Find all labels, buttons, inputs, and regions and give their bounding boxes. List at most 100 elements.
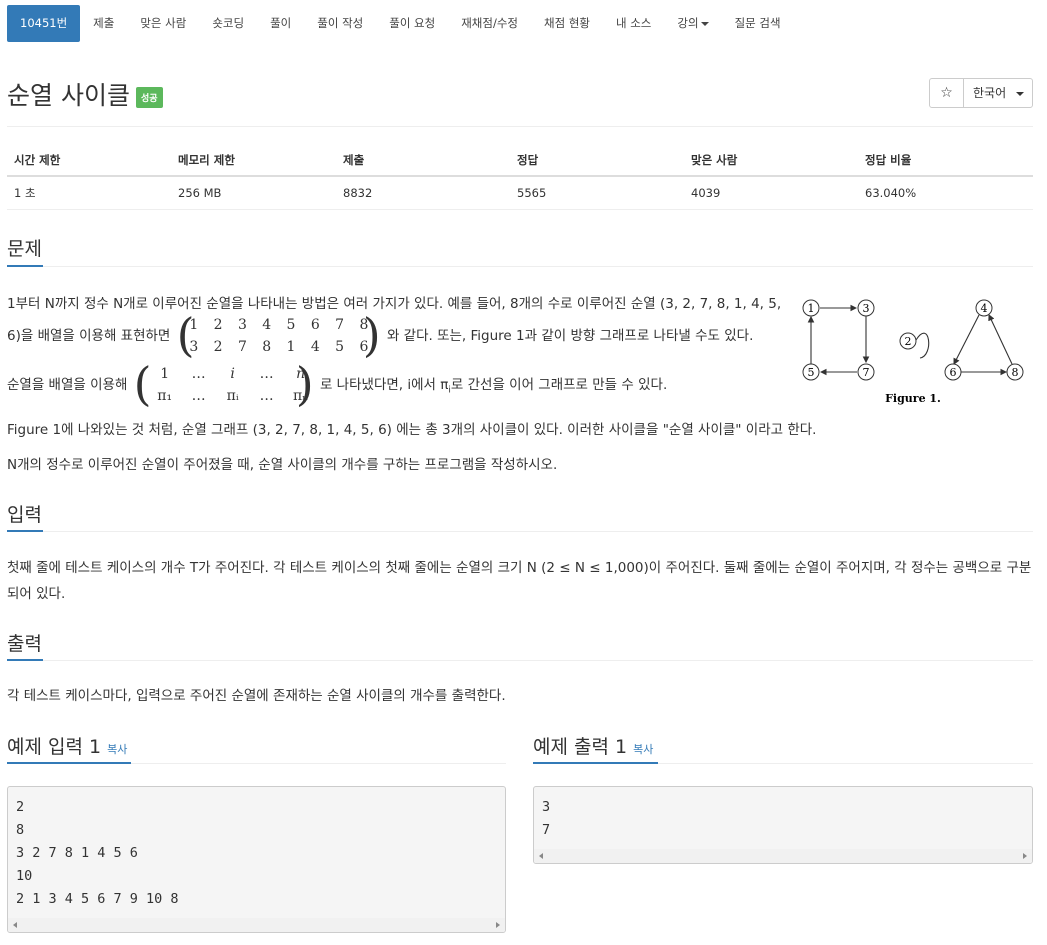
svg-text:3: 3 <box>863 302 870 315</box>
permutation-graph-figure: 1 3 5 7 2 4 6 8 Figure 1. <box>802 299 1024 405</box>
problem-text-line2-pre: 6)을 배열을 이용해 표현하면 <box>7 328 171 344</box>
svg-text:5: 5 <box>808 366 815 379</box>
svg-text:8: 8 <box>1012 366 1019 379</box>
matrix-top-cell: n <box>296 366 306 382</box>
copy-sample-output-button[interactable]: 복사 <box>633 743 653 756</box>
matrix-bottom-cell: π₁ <box>157 388 173 404</box>
nav-lectures-label: 강의 <box>677 16 699 30</box>
divider <box>7 660 1033 661</box>
matrix-top-cell: i <box>230 366 235 382</box>
col-accepted-users: 맞은 사람 <box>684 146 858 177</box>
matrix-bottom-cell: 3 <box>189 339 199 355</box>
heading-underline <box>7 530 43 532</box>
code-line: 3 2 7 8 1 4 5 6 <box>16 845 138 861</box>
node-5: 5 <box>802 363 820 381</box>
node-7: 7 <box>857 363 875 381</box>
nav-short-coding[interactable]: 숏코딩 <box>199 5 257 42</box>
horizontal-scrollbar[interactable] <box>534 849 1032 863</box>
output-heading: 출력 <box>7 633 42 655</box>
sample-output-box[interactable]: 37 <box>533 786 1033 864</box>
matrix-top-cell: 1 <box>160 366 170 382</box>
sample-input-title: 예제 입력 1 <box>7 736 102 758</box>
nav-submit[interactable]: 제출 <box>80 5 127 42</box>
code-line: 10 <box>16 868 33 884</box>
star-button[interactable]: ☆ <box>929 78 964 108</box>
sample-input-box[interactable]: 2 8 3 2 7 8 1 4 5 6 10 2 1 3 4 5 6 7 9 10 8 <box>7 786 506 933</box>
matrix-top-cell: 7 <box>335 317 345 333</box>
code-line: 2 1 3 4 5 6 7 9 10 8 <box>16 891 179 907</box>
nav-request-solution[interactable]: 풀이 요청 <box>376 5 448 42</box>
nav-accepted-users[interactable]: 맞은 사람 <box>127 5 199 42</box>
col-accept-rate: 정답 비율 <box>858 146 1033 177</box>
problem-text-line3-post: 로 나타냈다면, i에서 π <box>319 377 449 393</box>
matrix-top-cell: 8 <box>359 317 369 333</box>
language-label: 한국어 <box>973 86 1007 100</box>
problem-text-line3-end: 로 간선을 이어 그래프로 만들 수 있다. <box>450 377 668 393</box>
horizontal-scrollbar[interactable] <box>8 918 505 932</box>
cell-submissions: 8832 <box>336 176 510 210</box>
matrix-top-cell: 6 <box>310 317 320 333</box>
divider <box>7 531 1033 532</box>
svg-text:7: 7 <box>863 366 870 379</box>
scroll-right-icon[interactable] <box>496 922 500 928</box>
matrix-top-cell: 3 <box>237 317 247 333</box>
nav-write-solution[interactable]: 풀이 작성 <box>304 5 376 42</box>
col-memory-limit: 메모리 제한 <box>171 146 336 177</box>
matrix-top-cell: 2 <box>213 317 223 333</box>
edge-8-4 <box>988 314 1013 365</box>
scroll-right-icon[interactable] <box>1023 853 1027 859</box>
cell-accepted-users: 4039 <box>684 176 858 210</box>
svg-text:4: 4 <box>981 302 988 315</box>
code-line: 7 <box>542 822 551 838</box>
sample-output-heading: 예제 출력 1 복사 <box>533 732 653 759</box>
title-row: 순열 사이클 성공 ☆ 한국어 <box>7 76 1033 116</box>
nav-rejudge[interactable]: 재채점/수정 <box>448 5 531 42</box>
scroll-left-icon[interactable] <box>13 922 17 928</box>
matrix-bottom-cell: πᵢ <box>226 388 239 404</box>
status-badge: 성공 <box>136 87 163 108</box>
matrix-bottom-cell: πₙ <box>293 388 309 404</box>
copy-sample-input-button[interactable]: 복사 <box>107 743 127 756</box>
figure-caption: Figure 1. <box>885 392 941 405</box>
matrix-bottom-cell: … <box>259 388 274 404</box>
problem-text-line5: N개의 정수로 이루어진 순열이 주어졌을 때, 순열 사이클의 개수를 구하는… <box>7 457 558 473</box>
nav-problem-id[interactable]: 10451번 <box>7 5 81 42</box>
general-permutation-matrix: () 1… i… n π₁… πᵢ… πₙ <box>134 361 314 408</box>
page-title: 순열 사이클 <box>7 81 130 110</box>
problem-nav: 10451번 제출 맞은 사람 숏코딩 풀이 풀이 작성 풀이 요청 재채점/수… <box>7 5 794 42</box>
nav-status[interactable]: 채점 현황 <box>531 5 603 42</box>
edge-4-6 <box>953 314 980 365</box>
nav-solutions[interactable]: 풀이 <box>257 5 304 42</box>
node-6: 6 <box>944 363 962 381</box>
problem-text-line2: 6)을 배열을 이용해 표현하면 () 1 2 3 4 5 6 7 8 3 2 7 8 1 4 5 6 와 같다… <box>7 311 753 361</box>
problem-info-table: 시간 제한 메모리 제한 제출 정답 맞은 사람 정답 비율 1 초 256 M… <box>7 146 1033 210</box>
col-submissions: 제출 <box>336 146 510 177</box>
col-accepted: 정답 <box>510 146 684 177</box>
matrix-bottom-cell: 8 <box>262 339 272 355</box>
node-8: 8 <box>1006 363 1024 381</box>
caret-down-icon <box>700 21 709 26</box>
heading-underline <box>7 659 43 661</box>
nav-lectures-dropdown[interactable]: 강의 <box>664 5 721 42</box>
cell-accepted: 5565 <box>510 176 684 210</box>
heading-underline <box>533 762 658 764</box>
input-heading: 입력 <box>7 504 42 526</box>
problem-text-line3-pre: 순열을 배열을 이용해 <box>7 377 128 393</box>
matrix-bottom-cell: 2 <box>213 339 223 355</box>
language-dropdown[interactable]: 한국어 <box>963 78 1033 108</box>
caret-down-icon <box>1016 92 1024 96</box>
table-row: 1 초 256 MB 8832 5565 4039 63.040% <box>7 176 1033 210</box>
svg-text:2: 2 <box>905 335 912 348</box>
sample-output-title: 예제 출력 1 <box>533 736 628 758</box>
table-header-row: 시간 제한 메모리 제한 제출 정답 맞은 사람 정답 비율 <box>7 146 1033 177</box>
svg-text:6: 6 <box>950 366 957 379</box>
problem-heading: 문제 <box>7 238 42 260</box>
matrix-bottom-cell: … <box>191 388 206 404</box>
nav-my-source[interactable]: 내 소스 <box>603 5 664 42</box>
problem-text-line2-post: 와 같다. 또는, Figure 1과 같이 방향 그래프로 나타낼 수도 있다… <box>386 328 754 344</box>
nav-question-search[interactable]: 질문 검색 <box>722 5 794 42</box>
matrix-top-cell: … <box>191 366 206 382</box>
scroll-left-icon[interactable] <box>539 853 543 859</box>
svg-text:1: 1 <box>808 302 815 315</box>
output-description: 각 테스트 케이스마다, 입력으로 주어진 순열에 존재하는 순열 사이클의 개… <box>7 688 506 704</box>
